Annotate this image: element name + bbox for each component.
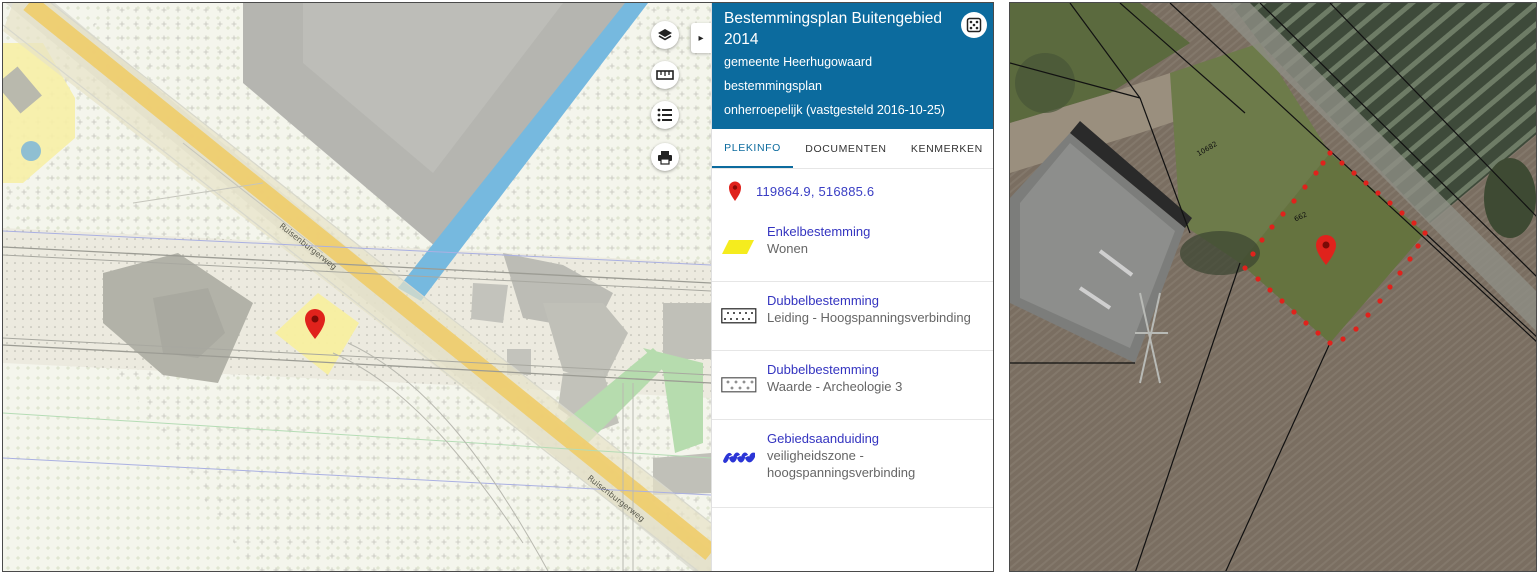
list-item[interactable]: Gebiedsaanduiding veiligheidszone - hoog… [712, 420, 993, 508]
plan-viewer: Ruisenburgerweg Ruisenburgerweg ▸ Bestem… [2, 2, 994, 572]
layers-button[interactable] [651, 21, 679, 49]
dotted-box-icon [721, 308, 757, 324]
plan-title: Bestemmingsplan Buitengebied 2014 [724, 10, 942, 48]
plan-type: bestemmingsplan [724, 79, 822, 93]
tab-documenten[interactable]: DOCUMENTEN [793, 129, 899, 168]
entry-name: veiligheidszone - hoogspanningsverbindin… [767, 448, 916, 480]
print-button[interactable] [651, 143, 679, 171]
plan-header: Bestemmingsplan Buitengebied 2014 gemeen… [712, 3, 993, 129]
entry-type-link[interactable]: Dubbelbestemming [767, 361, 993, 378]
random-location-button[interactable] [961, 12, 987, 38]
entry-type-link[interactable]: Enkelbestemming [767, 223, 993, 240]
info-tabs: PLEKINFO DOCUMENTEN KENMERKEN [712, 129, 993, 169]
dice-icon [966, 17, 982, 33]
list-item[interactable]: Enkelbestemming Wonen [712, 213, 993, 282]
info-panel: Bestemmingsplan Buitengebied 2014 gemeen… [711, 3, 993, 571]
tab-plekinfo[interactable]: PLEKINFO [712, 129, 794, 168]
ruler-icon [656, 70, 674, 80]
legend-button[interactable] [651, 101, 679, 129]
entry-type-link[interactable]: Dubbelbestemming [767, 292, 993, 309]
aerial-photo: 10682 662 [1009, 2, 1537, 572]
plan-status: onherroepelijk (vastgesteld 2016-10-25) [724, 103, 945, 117]
list-item[interactable]: Dubbelbestemming Leiding - Hoogspannings… [712, 282, 993, 351]
measure-button[interactable] [651, 61, 679, 89]
cross-hatch-box-icon [721, 377, 757, 393]
entry-name: Wonen [767, 241, 808, 256]
blue-zone-icon [723, 452, 755, 463]
tab-kenmerken[interactable]: KENMERKEN [899, 129, 993, 168]
print-icon [658, 150, 672, 165]
map-canvas[interactable]: Ruisenburgerweg Ruisenburgerweg ▸ [3, 3, 711, 571]
collapse-panel-button[interactable]: ▸ [691, 23, 711, 53]
aerial-graphics [1010, 3, 1536, 571]
entry-type-link[interactable]: Gebiedsaanduiding [767, 430, 993, 447]
layers-icon [658, 29, 672, 41]
plan-municipality: gemeente Heerhugowaard [724, 55, 873, 69]
entry-name: Leiding - Hoogspanningsverbinding [767, 310, 971, 325]
list-item[interactable]: Dubbelbestemming Waarde - Archeologie 3 [712, 351, 993, 420]
coordinates-row: 119864.9, 516885.6 [712, 169, 993, 213]
entry-name: Waarde - Archeologie 3 [767, 379, 903, 394]
map-graphics: Ruisenburgerweg Ruisenburgerweg [3, 3, 711, 571]
yellow-parallelogram-icon [722, 240, 754, 254]
chevron-right-icon: ▸ [698, 32, 704, 44]
map-pin-icon [729, 181, 741, 201]
coordinates-text: 119864.9, 516885.6 [756, 183, 875, 199]
legend-list-icon [657, 108, 672, 122]
